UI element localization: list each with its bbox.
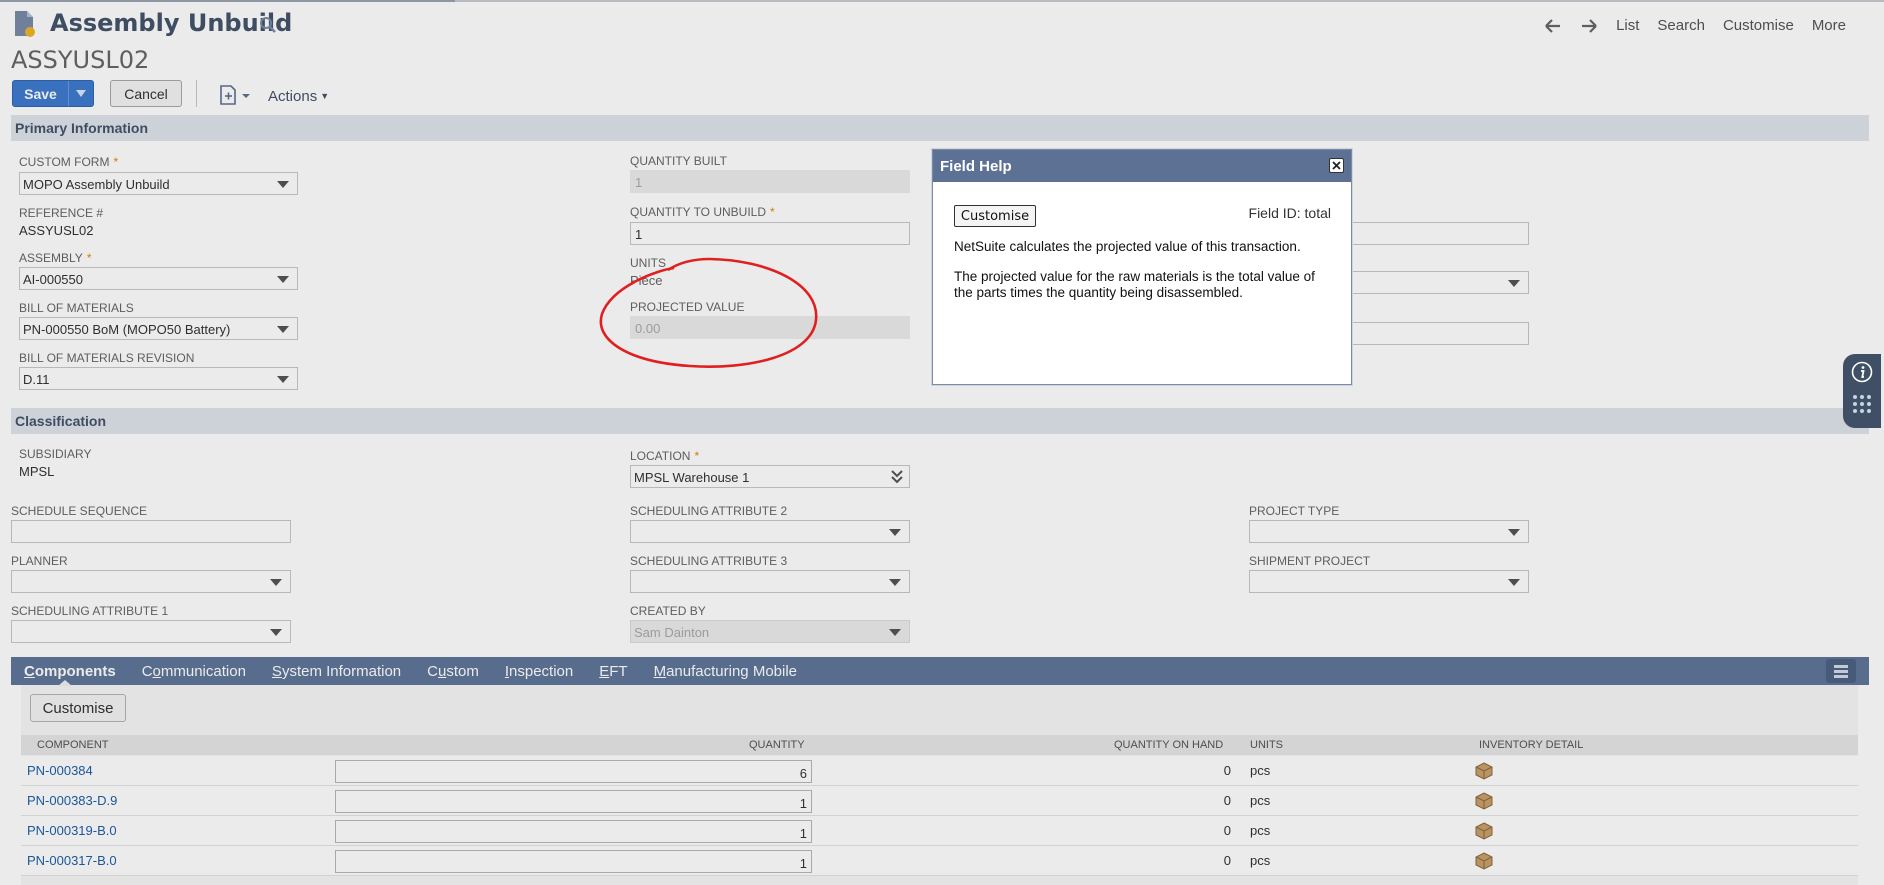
apps-grid-icon[interactable] — [1852, 394, 1872, 414]
customise-help-button[interactable]: Customise — [954, 205, 1036, 227]
help-text-1: NetSuite calculates the projected value … — [954, 239, 1301, 254]
side-info-widget[interactable] — [1843, 354, 1881, 428]
close-icon[interactable] — [1329, 158, 1344, 173]
modal-backdrop[interactable] — [0, 0, 1884, 885]
field-help-dialog: Field Help Customise Field ID: total Net… — [932, 149, 1352, 385]
help-text-2: The projected value for the raw material… — [954, 269, 1315, 300]
field-id-text: Field ID: total — [1248, 205, 1331, 221]
info-icon[interactable] — [1851, 361, 1873, 383]
field-help-title: Field Help — [933, 150, 1351, 182]
